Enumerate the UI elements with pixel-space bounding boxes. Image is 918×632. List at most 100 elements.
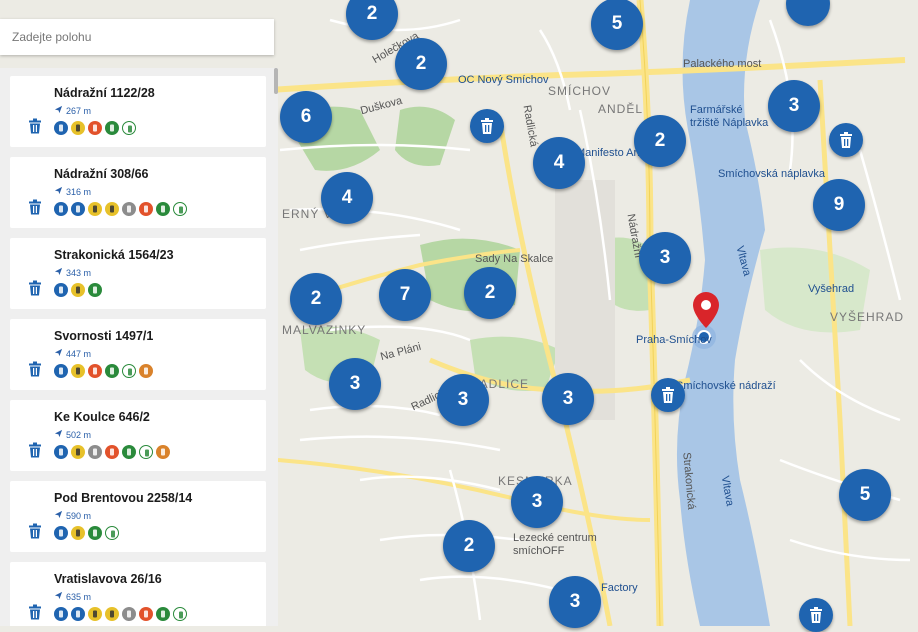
map-bin-marker[interactable]	[829, 123, 863, 157]
waste-type-orange-icon	[105, 445, 119, 459]
navigation-arrow-icon	[54, 429, 63, 440]
waste-type-orange-icon	[139, 607, 153, 621]
location-card[interactable]: Strakonická 1564/23 343 m	[10, 238, 266, 309]
location-card[interactable]: Nádražní 308/66 316 m	[10, 157, 266, 228]
waste-type-yellow-icon	[88, 202, 102, 216]
location-address: Pod Brentovou 2258/14	[54, 491, 193, 505]
trash-bin-icon	[28, 199, 42, 215]
waste-type-grey-icon	[88, 445, 102, 459]
waste-type-blue-icon	[71, 202, 85, 216]
trash-bin-icon	[28, 280, 42, 296]
trash-bin-icon	[28, 361, 42, 377]
navigation-arrow-icon	[54, 348, 63, 359]
poi-label-lezecke-centrum: Lezecké centrum smíchOFF	[513, 532, 597, 557]
distance-text: 447 m	[66, 348, 92, 359]
waste-type-grey-icon	[122, 202, 136, 216]
map-cluster-marker[interactable]: 2	[290, 273, 342, 325]
waste-type-green-icon	[88, 526, 102, 540]
waste-type-white-icon	[173, 607, 187, 621]
navigation-arrow-icon	[54, 510, 63, 521]
waste-type-blue-icon	[54, 364, 68, 378]
waste-type-icons	[54, 202, 187, 216]
map-cluster-marker[interactable]: 3	[549, 576, 601, 628]
waste-type-icons	[54, 445, 170, 459]
waste-type-white-icon	[139, 445, 153, 459]
location-address: Vratislavova 26/16	[54, 572, 162, 586]
waste-type-yellow-icon	[71, 526, 85, 540]
waste-type-blue-icon	[71, 607, 85, 621]
poi-label-oc-novy-smichov: OC Nový Smíchov	[458, 74, 549, 86]
map-cluster-marker[interactable]: 3	[329, 358, 381, 410]
waste-type-brown-icon	[156, 445, 170, 459]
map-cluster-marker[interactable]: 5	[591, 0, 643, 50]
area-label-malvazinky: MALVAZINKY	[282, 323, 367, 337]
poi-label-vysehrad: Vyšehrad	[808, 283, 855, 295]
location-distance: 635 m	[54, 591, 91, 602]
map-cluster-marker[interactable]: 2	[443, 520, 495, 572]
distance-text: 316 m	[66, 186, 92, 197]
waste-type-green-icon	[156, 607, 170, 621]
poi-label-factory: Factory	[601, 582, 638, 594]
waste-type-icons	[54, 364, 153, 378]
list-scrollbar[interactable]	[274, 68, 278, 94]
waste-type-white-icon	[122, 364, 136, 378]
location-distance: 316 m	[54, 186, 91, 197]
navigation-arrow-icon	[54, 105, 63, 116]
poi-label-sady: Sady Na Skalce	[475, 253, 554, 265]
location-card[interactable]: Ke Koulce 646/2 502 m	[10, 400, 266, 471]
map-cluster-marker[interactable]: 2	[395, 38, 447, 90]
location-card[interactable]: Nádražní 1122/28 267 m	[10, 76, 266, 147]
map-bin-marker[interactable]	[470, 109, 504, 143]
location-list-panel[interactable]: Nádražní 1122/28 267 m Nádražní 308/66 316 …	[0, 68, 278, 626]
trash-bin-icon	[28, 523, 42, 539]
location-card[interactable]: Svornosti 1497/1 447 m	[10, 319, 266, 390]
search-input[interactable]	[10, 29, 264, 45]
map-bin-marker[interactable]	[799, 598, 833, 632]
map-cluster-marker[interactable]: 2	[634, 115, 686, 167]
location-card[interactable]: Pod Brentovou 2258/14 590 m	[10, 481, 266, 552]
map-cluster-marker[interactable]: 6	[280, 91, 332, 143]
map-cluster-marker[interactable]: 9	[813, 179, 865, 231]
waste-type-green-icon	[88, 283, 102, 297]
poi-label-praha-smichov: Praha-Smíchov	[636, 334, 712, 346]
distance-text: 635 m	[66, 591, 92, 602]
trash-bin-icon	[810, 607, 822, 623]
location-card[interactable]: Vratislavova 26/16 635 m	[10, 562, 266, 626]
map-cluster-marker[interactable]: 3	[768, 80, 820, 132]
trash-bin-icon	[840, 132, 852, 148]
map-bin-marker[interactable]	[651, 378, 685, 412]
map-cluster-marker[interactable]: 4	[533, 137, 585, 189]
map-cluster-marker[interactable]: 7	[379, 269, 431, 321]
navigation-arrow-icon	[54, 186, 63, 197]
waste-type-yellow-icon	[88, 607, 102, 621]
waste-type-icons	[54, 283, 102, 297]
distance-text: 267 m	[66, 105, 92, 116]
poi-label-smichovske-nadrazi: Smíchovské nádraží	[676, 380, 776, 392]
waste-type-blue-icon	[54, 445, 68, 459]
waste-type-orange-icon	[88, 121, 102, 135]
map-cluster-marker[interactable]: 3	[437, 374, 489, 426]
map-cluster-marker[interactable]: 2	[464, 267, 516, 319]
navigation-arrow-icon	[54, 267, 63, 278]
waste-type-yellow-icon	[105, 202, 119, 216]
map-cluster-marker[interactable]: 4	[321, 172, 373, 224]
waste-type-grey-icon	[122, 607, 136, 621]
waste-type-yellow-icon	[71, 283, 85, 297]
map-cluster-marker[interactable]: 5	[839, 469, 891, 521]
map-cluster-marker[interactable]: 3	[639, 232, 691, 284]
map-cluster-marker[interactable]: 3	[511, 476, 563, 528]
location-distance: 502 m	[54, 429, 91, 440]
waste-type-green-icon	[156, 202, 170, 216]
area-label-andel: ANDĚL	[598, 102, 644, 116]
waste-type-green-icon	[105, 364, 119, 378]
waste-type-icons	[54, 121, 136, 135]
waste-type-blue-icon	[54, 283, 68, 297]
map-cluster-marker[interactable]: 3	[542, 373, 594, 425]
waste-type-white-icon	[122, 121, 136, 135]
search-box[interactable]	[0, 19, 274, 55]
waste-type-yellow-icon	[71, 445, 85, 459]
poi-label-farmarske: Farmářské tržiště Náplavka	[690, 104, 769, 129]
trash-bin-icon	[28, 118, 42, 134]
distance-text: 343 m	[66, 267, 92, 278]
waste-type-yellow-icon	[105, 607, 119, 621]
